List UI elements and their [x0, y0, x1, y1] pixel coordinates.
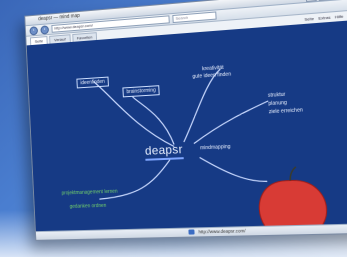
- branch-left-mid: [133, 94, 175, 146]
- globe-icon: [188, 229, 195, 235]
- center-node[interactable]: deapsr: [144, 142, 184, 161]
- minimize-button[interactable]: –: [305, 0, 317, 2]
- green-item[interactable]: gedanken ordnen: [70, 203, 107, 210]
- screenshot-stage: deapsr — mind map – □ × ‹ › http://www.d…: [0, 0, 347, 257]
- right-list-item[interactable]: struktur: [268, 92, 286, 99]
- branch-apple: [200, 155, 268, 184]
- status-text: http://www.deapsr.com/: [198, 228, 246, 235]
- page-content: ideenfinden brainstorming kreativität gu…: [26, 18, 347, 233]
- node-left-top[interactable]: ideenfinden: [76, 76, 109, 89]
- branch-top-right: [180, 69, 224, 142]
- browser-window: deapsr — mind map – □ × ‹ › http://www.d…: [24, 0, 347, 241]
- window-title: deapsr — mind map: [38, 12, 80, 23]
- right-list-item[interactable]: planung: [268, 100, 287, 107]
- mindmap-branches: [27, 18, 347, 233]
- forward-button[interactable]: ›: [40, 24, 50, 35]
- back-button[interactable]: ‹: [29, 25, 39, 36]
- apple-icon: [257, 166, 328, 233]
- maximize-button[interactable]: □: [318, 0, 330, 1]
- branch-right: [192, 101, 270, 144]
